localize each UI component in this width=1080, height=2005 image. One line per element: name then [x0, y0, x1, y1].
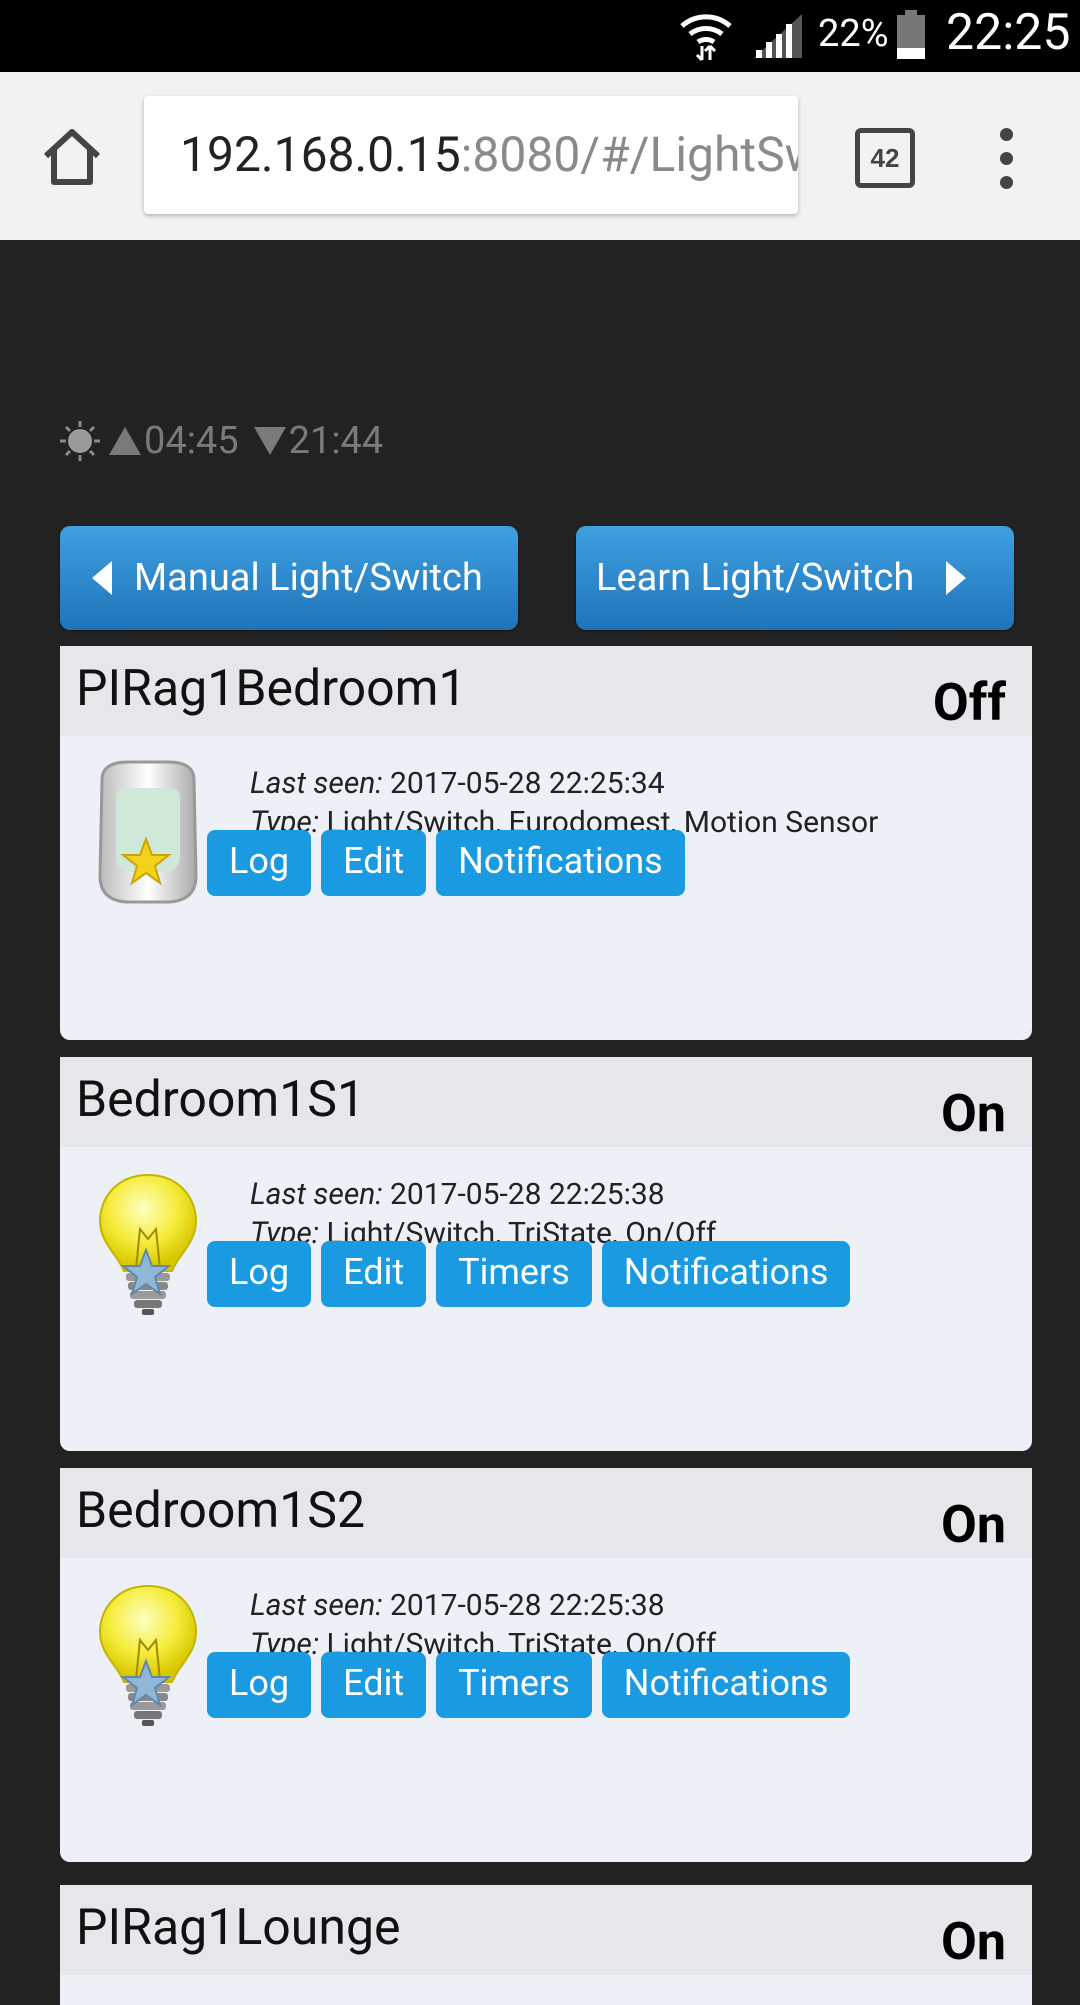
device-actions: Log Edit Timers Notifications [207, 1652, 860, 1718]
log-button[interactable]: Log [207, 1652, 312, 1718]
address-bar[interactable]: 192.168.0.15:8080/#/LightSwitches [144, 96, 798, 214]
log-button[interactable]: Log [207, 830, 312, 896]
last-seen-value: 2017-05-28 22:25:34 [390, 766, 665, 801]
learn-light-switch-label: Learn Light/Switch [596, 556, 915, 600]
notifications-button[interactable]: Notifications [436, 830, 685, 896]
timers-button[interactable]: Timers [436, 1241, 592, 1307]
favorite-star-icon[interactable] [120, 836, 172, 888]
device-actions: Log Edit Timers Notifications [207, 1241, 860, 1307]
last-seen-value: 2017-05-28 22:25:38 [390, 1177, 665, 1212]
device-header: Bedroom1S2 On [60, 1468, 1032, 1558]
edit-button[interactable]: Edit [321, 1652, 427, 1718]
home-icon[interactable] [40, 126, 104, 190]
arrow-right-icon [946, 561, 967, 595]
device-name: PIRag1Lounge [76, 1899, 401, 1957]
device-name: PIRag1Bedroom1 [76, 660, 467, 718]
signal-icon [754, 14, 802, 58]
learn-light-switch-button[interactable]: Learn Light/Switch [576, 526, 1014, 630]
favorite-star-icon[interactable] [120, 1658, 172, 1710]
manual-light-switch-button[interactable]: Manual Light/Switch [60, 526, 518, 630]
device-card: Bedroom1S2 On Last seen: 2017-05-28 22:2… [60, 1468, 1032, 1862]
device-status[interactable]: On [941, 1911, 1006, 1972]
last-seen-value: 2017-05-28 22:25:38 [390, 1588, 665, 1623]
device-card: PIRag1Bedroom1 Off Last seen: 2017-05-28… [60, 646, 1032, 1040]
notifications-button[interactable]: Notifications [601, 1241, 851, 1307]
wifi-icon [680, 14, 732, 62]
sunrise-icon [109, 427, 141, 455]
clock: 22:25 [946, 4, 1071, 62]
browser-toolbar: 192.168.0.15:8080/#/LightSwitches 42 [0, 72, 1080, 240]
url-host: 192.168.0.15 [180, 126, 461, 183]
last-seen-label: Last seen: [250, 1588, 383, 1623]
sunset-time: 21:44 [288, 419, 384, 463]
arrow-left-icon [92, 561, 112, 595]
last-seen-label: Last seen: [250, 1177, 383, 1212]
battery-icon [897, 10, 925, 59]
device-header: PIRag1Lounge On [60, 1885, 1032, 1975]
edit-button[interactable]: Edit [321, 1241, 427, 1307]
tab-switcher-button[interactable]: 42 [855, 128, 915, 188]
battery-percent: 22% [818, 12, 889, 56]
timers-button[interactable]: Timers [436, 1652, 592, 1718]
overflow-menu-icon[interactable] [996, 128, 1016, 192]
last-seen-label: Last seen: [250, 766, 383, 801]
status-bar: 22% 22:25 [0, 0, 1080, 72]
device-status[interactable]: On [941, 1494, 1006, 1555]
device-card: PIRag1Lounge On [60, 1885, 1032, 2005]
device-name: Bedroom1S1 [76, 1071, 366, 1129]
device-card: Bedroom1S1 On Last seen: 2017-05-28 22:2… [60, 1057, 1032, 1451]
notifications-button[interactable]: Notifications [601, 1652, 851, 1718]
sunset-icon [253, 427, 286, 455]
device-actions: Log Edit Notifications [207, 830, 695, 896]
device-header: PIRag1Bedroom1 Off [60, 646, 1032, 736]
device-name: Bedroom1S2 [76, 1482, 366, 1540]
favorite-star-icon[interactable] [120, 1247, 172, 1299]
device-status[interactable]: On [941, 1083, 1006, 1144]
sun-icon [60, 421, 100, 461]
log-button[interactable]: Log [207, 1241, 312, 1307]
url-path: :8080/#/LightSwitches [460, 126, 798, 183]
manual-light-switch-label: Manual Light/Switch [134, 556, 483, 600]
sunrise-time: 04:45 [144, 419, 239, 463]
device-status[interactable]: Off [933, 672, 1006, 733]
device-header: Bedroom1S1 On [60, 1057, 1032, 1147]
url-text: 192.168.0.15:8080/#/LightSwitches [180, 126, 798, 183]
edit-button[interactable]: Edit [321, 830, 427, 896]
sun-times: 04:45 21:44 [58, 416, 383, 466]
